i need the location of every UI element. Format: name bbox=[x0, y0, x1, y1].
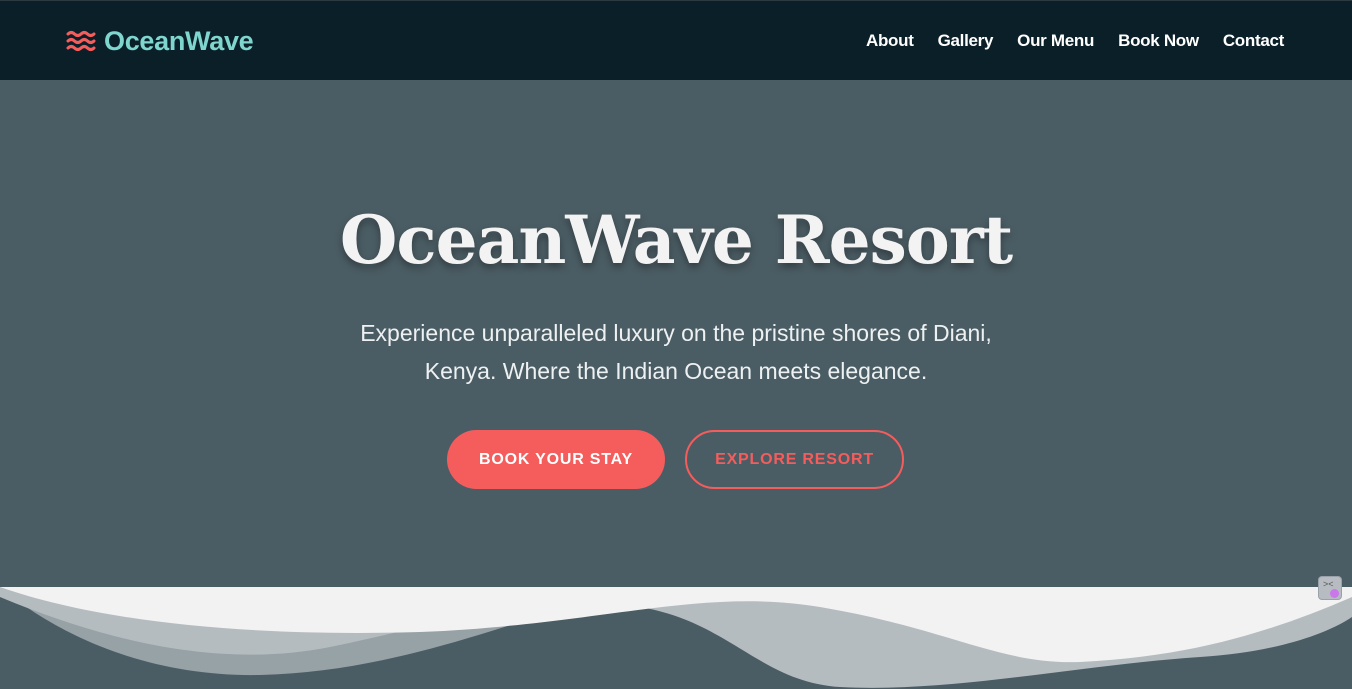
main-nav: About Gallery Our Menu Book Now Contact bbox=[866, 30, 1284, 52]
nav-link-about[interactable]: About bbox=[866, 30, 914, 52]
explore-resort-button[interactable]: EXPLORE RESORT bbox=[685, 430, 904, 489]
nav-link-contact[interactable]: Contact bbox=[1223, 30, 1284, 52]
expand-glyph: >< bbox=[1323, 579, 1334, 589]
expand-icon[interactable]: >< bbox=[1318, 576, 1342, 600]
hero-subtitle: Experience unparalleled luxury on the pr… bbox=[360, 320, 992, 384]
hero-title: OceanWave Resort bbox=[339, 201, 1013, 279]
waves-icon bbox=[66, 31, 96, 51]
status-dot bbox=[1330, 589, 1339, 598]
navbar: OceanWave About Gallery Our Menu Book No… bbox=[0, 0, 1352, 80]
nav-link-our-menu[interactable]: Our Menu bbox=[1017, 30, 1094, 52]
hero-section: OceanWave Resort Experience unparalleled… bbox=[0, 80, 1352, 587]
brand-name: OceanWave bbox=[104, 26, 254, 56]
nav-link-gallery[interactable]: Gallery bbox=[938, 30, 994, 52]
brand-logo[interactable]: OceanWave bbox=[66, 25, 254, 57]
nav-link-book-now[interactable]: Book Now bbox=[1118, 30, 1199, 52]
wave-divider bbox=[0, 587, 1352, 689]
book-your-stay-button[interactable]: BOOK YOUR STAY bbox=[447, 430, 665, 489]
